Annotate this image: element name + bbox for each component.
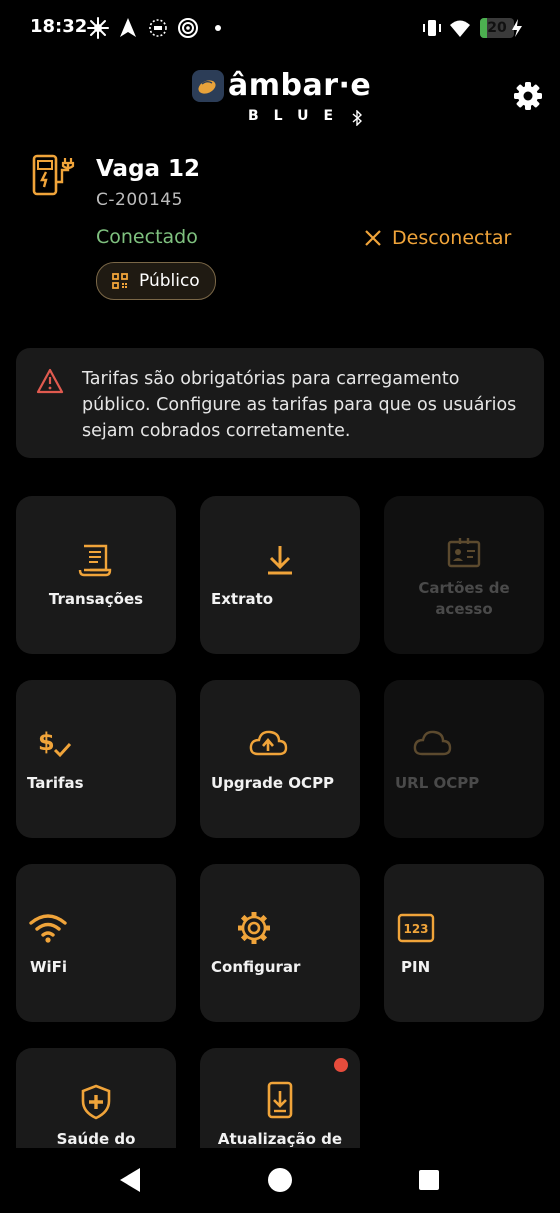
amber-logo-badge — [192, 70, 224, 102]
tile-tariffs[interactable]: $ Tarifas — [16, 680, 176, 838]
wifi-icon — [29, 914, 67, 943]
charger-name: Vaga 12 — [96, 156, 201, 182]
tariff-warning-alert: Tarifas são obrigatórias para carregamen… — [16, 348, 544, 458]
tile-statement[interactable]: Extrato — [200, 496, 360, 654]
tile-url-ocpp[interactable]: URL OCPP — [384, 680, 544, 838]
connection-status: Conectado — [96, 226, 198, 248]
system-nav-bar — [0, 1148, 560, 1213]
notification-badge — [334, 1058, 348, 1072]
tile-label-pin: PIN — [401, 958, 431, 976]
charger-id: C-200145 — [96, 190, 183, 210]
tile-access-cards[interactable]: Cartões de acesso — [384, 496, 544, 654]
ev-charger-icon — [32, 154, 75, 196]
wear-os-icon — [149, 19, 167, 37]
tile-label-url-ocpp: URL OCPP — [395, 774, 480, 792]
gear-icon — [238, 912, 270, 944]
logo-subtitle: BLUE — [248, 108, 349, 124]
cloud-upload-icon — [249, 730, 288, 756]
recents-icon[interactable] — [405, 1156, 453, 1204]
tile-configure[interactable]: Configurar — [200, 864, 360, 1022]
back-icon[interactable] — [106, 1156, 154, 1204]
disconnect-button[interactable]: Desconectar — [364, 226, 511, 250]
receipt-icon — [78, 544, 112, 577]
home-icon[interactable] — [256, 1156, 304, 1204]
tile-label-statement: Extrato — [211, 590, 274, 608]
signal-spiral-icon — [178, 18, 198, 38]
public-chip[interactable]: Público — [96, 262, 216, 300]
id-card-icon — [447, 538, 481, 568]
tile-wifi[interactable]: WiFi — [16, 864, 176, 1022]
download-icon — [268, 546, 292, 575]
tile-label-tariffs: Tarifas — [27, 774, 84, 792]
dollar-check-icon: $ — [38, 728, 72, 758]
qr-code-icon — [112, 273, 128, 289]
status-bar: 18:32 20 — [0, 0, 560, 56]
charger-info: Vaga 12 C-200145 Conectado Desconectar P… — [0, 150, 560, 310]
tile-upgrade-ocpp[interactable]: Upgrade OCPP — [200, 680, 360, 838]
phone-download-icon — [267, 1081, 293, 1119]
pin-123-icon: 123 — [397, 913, 435, 943]
tile-pin[interactable]: 123 PIN — [384, 864, 544, 1022]
svg-text:$: $ — [38, 728, 55, 756]
tile-label-transactions: Transações — [48, 590, 144, 608]
shield-plus-icon — [81, 1084, 111, 1120]
status-time: 18:32 — [30, 16, 88, 37]
tile-label-access-cards: Cartões de acesso — [418, 579, 510, 618]
public-chip-label: Público — [139, 271, 200, 291]
wifi-icon — [450, 20, 470, 37]
battery-charging-icon — [512, 19, 522, 37]
pinwheel-icon — [87, 17, 109, 39]
logo-wordmark: âmbar·e — [228, 68, 372, 103]
tile-transactions[interactable]: Transações — [16, 496, 176, 654]
tile-label-wifi: WiFi — [30, 958, 68, 976]
navigation-arrow-icon — [120, 18, 136, 37]
app-header: âmbar·e BLUE — [0, 56, 560, 136]
close-icon — [365, 230, 381, 246]
app-logo: âmbar·e BLUE — [192, 68, 372, 128]
tile-label-upgrade-ocpp: Upgrade OCPP — [211, 774, 335, 792]
dot-icon — [215, 25, 221, 31]
svg-text:123: 123 — [403, 922, 428, 936]
battery-indicator: 20 — [480, 18, 514, 38]
settings-gear-icon[interactable] — [512, 80, 544, 112]
battery-percent: 20 — [487, 20, 507, 36]
tile-label-configure: Configurar — [211, 958, 301, 976]
disconnect-label: Desconectar — [392, 227, 512, 249]
bluetooth-icon — [352, 110, 362, 126]
warning-triangle-icon — [36, 368, 64, 394]
tile-label-update: Atualização de — [217, 1130, 343, 1148]
cloud-icon — [413, 730, 452, 756]
vibrate-icon — [423, 20, 441, 36]
tile-label-health: Saúde do — [56, 1130, 136, 1148]
alert-message: Tarifas são obrigatórias para carregamen… — [82, 369, 517, 441]
